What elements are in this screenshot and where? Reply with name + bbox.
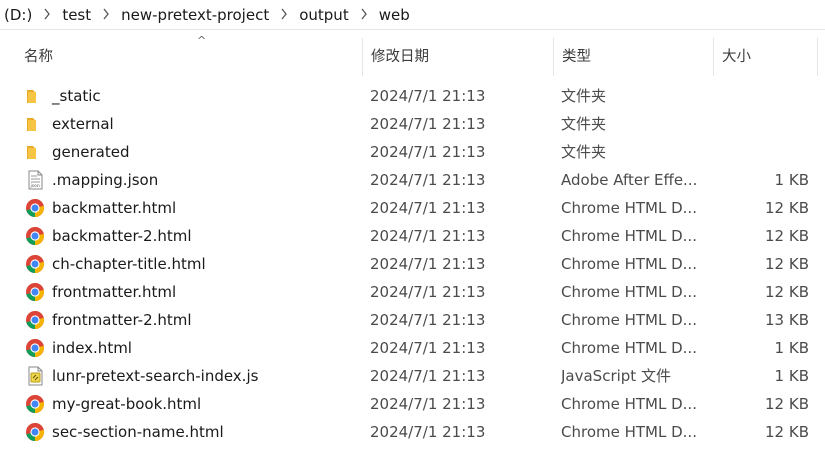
file-size: 12 KB [765, 423, 809, 441]
chevron-right-icon[interactable] [269, 7, 299, 23]
file-modified-date: 2024/7/1 21:13 [370, 87, 486, 105]
file-size: 12 KB [765, 255, 809, 273]
file-size: 1 KB [774, 339, 809, 357]
file-row[interactable]: external 2024/7/1 21:13 文件夹 [0, 110, 825, 138]
chevron-right-icon[interactable] [91, 7, 121, 23]
file-modified-date: 2024/7/1 21:13 [370, 395, 486, 413]
breadcrumb-output[interactable]: output [299, 6, 348, 24]
chrome-icon [25, 198, 45, 218]
column-header-type-label: 类型 [562, 49, 591, 65]
file-size: 12 KB [765, 283, 809, 301]
chrome-icon [25, 338, 45, 358]
file-modified-date: 2024/7/1 21:13 [370, 339, 486, 357]
file-list: _static 2024/7/1 21:13 文件夹 external 2024/7/1… [0, 82, 825, 446]
file-name: backmatter.html [52, 199, 177, 217]
file-modified-date: 2024/7/1 21:13 [370, 367, 486, 385]
file-type: 文件夹 [561, 143, 607, 161]
file-modified-date: 2024/7/1 21:13 [370, 227, 486, 245]
file-name: sec-section-name.html [52, 423, 224, 441]
column-header-row: ^ 名称 修改日期 类型 大小 [0, 34, 825, 76]
folder-icon [25, 142, 45, 162]
file-name: external [52, 115, 114, 133]
chrome-icon [25, 422, 45, 442]
file-name: backmatter-2.html [52, 227, 192, 245]
folder-icon [25, 86, 45, 106]
folder-icon [25, 114, 45, 134]
chevron-right-icon[interactable] [349, 7, 379, 23]
file-row[interactable]: lunr-pretext-search-index.js 2024/7/1 21:… [0, 362, 825, 390]
file-type: Adobe After Effe... [561, 171, 698, 189]
address-bar[interactable]: (D:) test new-pretext-project output web [0, 0, 825, 30]
file-row[interactable]: backmatter.html 2024/7/1 21:13 Chrome HTML… [0, 194, 825, 222]
file-row[interactable]: generated 2024/7/1 21:13 文件夹 [0, 138, 825, 166]
file-row[interactable]: frontmatter.html 2024/7/1 21:13 Chrome HTM… [0, 278, 825, 306]
file-size: 12 KB [765, 227, 809, 245]
file-modified-date: 2024/7/1 21:13 [370, 255, 486, 273]
column-header-name[interactable]: ^ 名称 [16, 34, 363, 76]
file-type: 文件夹 [561, 115, 607, 133]
chrome-icon [25, 282, 45, 302]
file-size: 12 KB [765, 199, 809, 217]
file-row[interactable]: sec-section-name.html 2024/7/1 21:13 Chrom… [0, 418, 825, 446]
json-file-icon: json [25, 170, 45, 190]
file-name: .mapping.json [52, 171, 159, 189]
column-header-size-label: 大小 [722, 49, 751, 65]
svg-text:json: json [30, 183, 40, 189]
chrome-icon [25, 394, 45, 414]
file-type: JavaScript 文件 [561, 367, 671, 385]
file-name: ch-chapter-title.html [52, 255, 206, 273]
file-type: 文件夹 [561, 87, 607, 105]
file-row[interactable]: json .mapping.json 2024/7/1 21:13 Adobe Aft… [0, 166, 825, 194]
breadcrumb-project[interactable]: new-pretext-project [121, 6, 269, 24]
file-size: 1 KB [774, 171, 809, 189]
file-row[interactable]: index.html 2024/7/1 21:13 Chrome HTML D...… [0, 334, 825, 362]
breadcrumb-web[interactable]: web [379, 6, 410, 24]
file-row[interactable]: _static 2024/7/1 21:13 文件夹 [0, 82, 825, 110]
file-type: Chrome HTML D... [561, 423, 697, 441]
file-type: Chrome HTML D... [561, 395, 697, 413]
file-name: frontmatter-2.html [52, 311, 192, 329]
column-header-size[interactable]: 大小 [714, 38, 818, 76]
file-size: 13 KB [765, 311, 809, 329]
breadcrumb-test[interactable]: test [62, 6, 91, 24]
file-name: my-great-book.html [52, 395, 202, 413]
file-type: Chrome HTML D... [561, 339, 697, 357]
file-name: generated [52, 143, 130, 161]
file-name: frontmatter.html [52, 283, 177, 301]
file-name: _static [52, 87, 101, 105]
file-size: 12 KB [765, 395, 809, 413]
chrome-icon [25, 310, 45, 330]
file-name: lunr-pretext-search-index.js [52, 367, 259, 385]
file-modified-date: 2024/7/1 21:13 [370, 171, 486, 189]
file-name: index.html [52, 339, 132, 357]
file-modified-date: 2024/7/1 21:13 [370, 143, 486, 161]
file-row[interactable]: backmatter-2.html 2024/7/1 21:13 Chrome HT… [0, 222, 825, 250]
file-row[interactable]: ch-chapter-title.html 2024/7/1 21:13 Chrom… [0, 250, 825, 278]
breadcrumb-drive[interactable]: (D:) [4, 6, 32, 24]
file-size: 1 KB [774, 367, 809, 385]
file-type: Chrome HTML D... [561, 227, 697, 245]
file-modified-date: 2024/7/1 21:13 [370, 283, 486, 301]
file-type: Chrome HTML D... [561, 311, 697, 329]
file-modified-date: 2024/7/1 21:13 [370, 311, 486, 329]
chevron-right-icon[interactable] [32, 7, 62, 23]
column-header-modified-label: 修改日期 [371, 49, 429, 65]
file-modified-date: 2024/7/1 21:13 [370, 199, 486, 217]
column-header-modified[interactable]: 修改日期 [363, 38, 554, 76]
file-type: Chrome HTML D... [561, 255, 697, 273]
chrome-icon [25, 226, 45, 246]
file-row[interactable]: my-great-book.html 2024/7/1 21:13 Chrome H… [0, 390, 825, 418]
file-type: Chrome HTML D... [561, 283, 697, 301]
js-file-icon [25, 366, 45, 386]
column-header-type[interactable]: 类型 [554, 38, 714, 76]
chrome-icon [25, 254, 45, 274]
file-modified-date: 2024/7/1 21:13 [370, 423, 486, 441]
file-modified-date: 2024/7/1 21:13 [370, 115, 486, 133]
file-type: Chrome HTML D... [561, 199, 697, 217]
sort-ascending-icon: ^ [197, 34, 207, 47]
file-row[interactable]: frontmatter-2.html 2024/7/1 21:13 Chrome H… [0, 306, 825, 334]
column-header-name-label: 名称 [24, 49, 53, 65]
